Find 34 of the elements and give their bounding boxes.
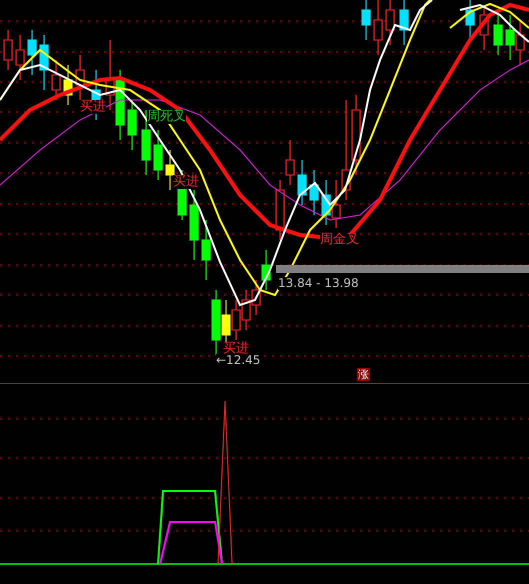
- rise-badge: 涨: [357, 368, 370, 381]
- candlestick: [116, 70, 124, 140]
- signal-label: 周死叉: [147, 110, 186, 124]
- candlestick: [166, 150, 174, 190]
- candlestick: [322, 180, 330, 226]
- low-price-label: ←12.45: [216, 354, 260, 367]
- candlestick: [190, 190, 198, 260]
- candlestick: [154, 130, 162, 180]
- candlestick: [40, 34, 48, 90]
- signal-label: 买进: [80, 100, 106, 114]
- candlestick: [252, 280, 260, 316]
- candlestick: [28, 30, 36, 76]
- signal-label: 周金叉: [320, 233, 359, 247]
- candlestick: [212, 290, 220, 356]
- signal-label: 买进: [173, 175, 199, 189]
- candlestick: [400, 0, 408, 46]
- candlestick: [506, 14, 514, 60]
- candlestick: [276, 180, 284, 240]
- candlestick: [310, 170, 318, 216]
- candlestick: [286, 140, 294, 186]
- candlestick: [480, 4, 488, 50]
- candlestick: [242, 290, 250, 330]
- price-range-label: 13.84 - 13.98: [278, 277, 359, 290]
- candlestick: [362, 0, 370, 40]
- candlestick: [128, 100, 136, 150]
- candlestick: [516, 20, 524, 66]
- candlestick: [106, 40, 114, 110]
- candlestick: [16, 34, 24, 80]
- candlestick: [232, 300, 240, 340]
- candlestick: [298, 160, 306, 206]
- candlestick: [262, 250, 270, 290]
- candlestick: [4, 30, 12, 70]
- candlestick: [52, 60, 60, 100]
- candlestick: [202, 220, 210, 280]
